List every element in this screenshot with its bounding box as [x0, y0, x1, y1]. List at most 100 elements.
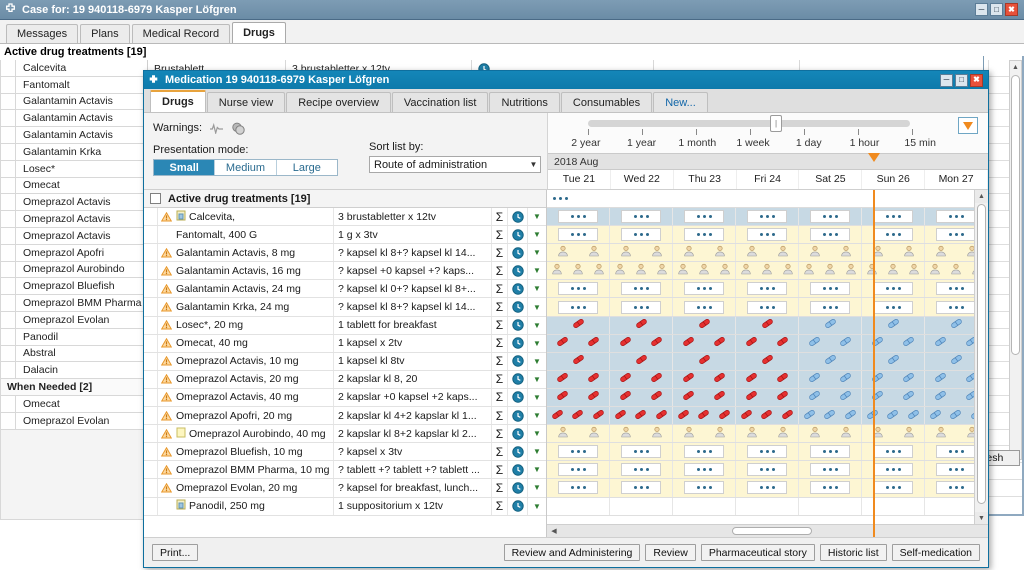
dose-box[interactable]: [872, 300, 914, 314]
pill-icon[interactable]: [682, 371, 695, 387]
list-item[interactable]: Omeprazol Aurobindo: [0, 261, 148, 279]
row-selector[interactable]: [144, 226, 158, 244]
schedule-cell[interactable]: [610, 443, 673, 461]
dose-box[interactable]: [620, 282, 662, 296]
pill-icon[interactable]: [556, 371, 569, 387]
schedule-cell[interactable]: [673, 443, 736, 461]
dose-box[interactable]: [557, 481, 599, 495]
schedule-cell[interactable]: [610, 497, 673, 515]
table-row[interactable]: Galantamin Actavis, 8 mg ? kapsel kl 8+? …: [144, 244, 546, 263]
pill-icon[interactable]: [949, 408, 962, 424]
dose-box[interactable]: [935, 463, 977, 477]
chevron-down-icon[interactable]: ▼: [528, 425, 546, 442]
schedule-cell[interactable]: [862, 388, 925, 407]
dose-box[interactable]: [809, 481, 851, 495]
schedule-cell[interactable]: [736, 316, 799, 334]
schedule-cell[interactable]: [673, 479, 736, 497]
pill-icon[interactable]: [635, 353, 648, 369]
schedule-cell[interactable]: [799, 352, 862, 370]
administration-icon[interactable]: [683, 245, 695, 260]
sigma-icon[interactable]: Σ: [492, 262, 508, 280]
sigma-icon[interactable]: Σ: [492, 352, 508, 370]
select-all-checkbox[interactable]: [150, 193, 161, 204]
pill-icon[interactable]: [934, 389, 947, 405]
tab-recipe-overview[interactable]: Recipe overview: [286, 92, 391, 112]
row-selector[interactable]: [144, 461, 158, 479]
schedule-cell[interactable]: [673, 425, 736, 443]
zoom-level-5[interactable]: 1 hour: [837, 137, 893, 149]
pill-icon[interactable]: [808, 389, 821, 405]
schedule-row[interactable]: [547, 407, 988, 426]
dose-box[interactable]: [935, 300, 977, 314]
schedule-cell[interactable]: [673, 497, 736, 515]
schedule-cell[interactable]: [547, 316, 610, 334]
schedule-cell[interactable]: [736, 280, 799, 298]
tab-consumables[interactable]: Consumables: [560, 92, 653, 112]
schedule-cell[interactable]: [736, 497, 799, 515]
pill-icon[interactable]: [682, 335, 695, 351]
schedule-cell[interactable]: [673, 280, 736, 298]
scroll-thumb[interactable]: [1011, 75, 1020, 355]
schedule-cell[interactable]: [862, 425, 925, 443]
presentation-mode-segmented[interactable]: Small Medium Large: [153, 159, 338, 176]
schedule-cell[interactable]: [610, 244, 673, 262]
schedule-cell[interactable]: [736, 352, 799, 370]
schedule-cell[interactable]: [799, 461, 862, 479]
schedule-cell[interactable]: [673, 262, 736, 280]
schedule-cell[interactable]: [862, 226, 925, 244]
chevron-down-icon[interactable]: ▼: [528, 317, 546, 334]
dose-box[interactable]: [620, 300, 662, 314]
schedule-row[interactable]: [547, 497, 988, 516]
pill-icon[interactable]: [776, 371, 789, 387]
schedule-cell[interactable]: [862, 443, 925, 461]
schedule-cell[interactable]: [799, 425, 862, 443]
pill-icon[interactable]: [761, 317, 774, 333]
dose-box[interactable]: [935, 210, 977, 224]
schedule-cell[interactable]: [610, 370, 673, 388]
pill-icon[interactable]: [634, 408, 647, 424]
administration-icon[interactable]: [740, 263, 752, 278]
administration-icon[interactable]: [551, 263, 563, 278]
administration-icon[interactable]: [929, 263, 941, 278]
calendar-dropdown-button[interactable]: [958, 117, 978, 134]
pill-icon[interactable]: [902, 335, 915, 351]
schedule-cell[interactable]: [610, 298, 673, 316]
administration-icon[interactable]: [635, 263, 647, 278]
background-vertical-scrollbar[interactable]: ▲ ▼: [1009, 60, 1022, 460]
pill-icon[interactable]: [808, 371, 821, 387]
dose-box[interactable]: [683, 463, 725, 477]
schedule-cell[interactable]: [610, 334, 673, 352]
schedule-cell[interactable]: [799, 370, 862, 388]
administration-icon[interactable]: [719, 263, 731, 278]
zoom-level-4[interactable]: 1 day: [781, 137, 837, 149]
administration-icon[interactable]: [683, 426, 695, 441]
tab-drugs[interactable]: Drugs: [150, 90, 206, 112]
row-selector[interactable]: [144, 388, 158, 407]
dose-box[interactable]: [683, 300, 725, 314]
schedule-cell[interactable]: [736, 244, 799, 262]
administration-icon[interactable]: [761, 263, 773, 278]
schedule-cell[interactable]: [673, 388, 736, 407]
table-row[interactable]: Omeprazol Aurobindo, 40 mg 2 kapslar kl 8…: [144, 425, 546, 444]
table-row[interactable]: Omeprazol Actavis, 10 mg 1 kapsel kl 8tv Σ…: [144, 352, 546, 371]
schedule-cell[interactable]: [673, 334, 736, 352]
chevron-down-icon[interactable]: ▼: [528, 389, 546, 406]
administration-icon[interactable]: [557, 245, 569, 260]
schedule-cell[interactable]: [736, 370, 799, 388]
table-row[interactable]: Fantomalt, 400 G 1 g x 3tv Σ ▼: [144, 226, 546, 245]
schedule-cell[interactable]: [799, 334, 862, 352]
row-selector[interactable]: [144, 208, 158, 226]
schedule-cell[interactable]: [610, 208, 673, 226]
pill-icon[interactable]: [698, 317, 711, 333]
administration-icon[interactable]: [651, 245, 663, 260]
list-item[interactable]: Omeprazol Bluefish: [0, 278, 148, 296]
row-selector[interactable]: [144, 479, 158, 497]
schedule-cell[interactable]: [547, 208, 610, 226]
dose-box[interactable]: [557, 463, 599, 477]
schedule-cell[interactable]: [862, 244, 925, 262]
schedule-cell[interactable]: [736, 262, 799, 280]
table-row[interactable]: Galantamin Actavis, 16 mg ? kapsel +0 kap…: [144, 262, 546, 281]
dose-box[interactable]: [557, 300, 599, 314]
print-button[interactable]: Print...: [152, 544, 199, 561]
pill-icon[interactable]: [887, 317, 900, 333]
